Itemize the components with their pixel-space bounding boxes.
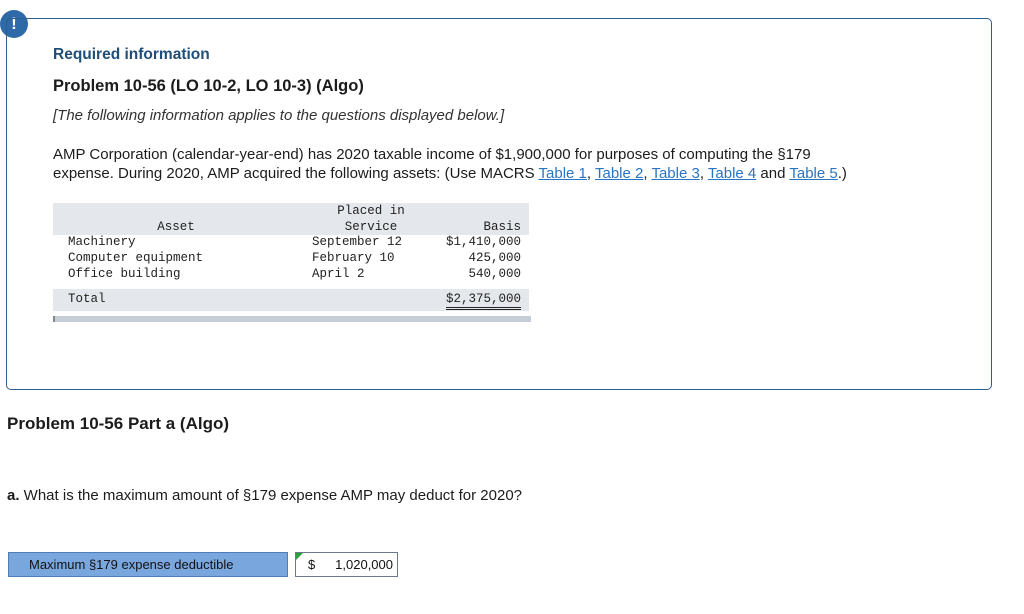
table-row: Computer equipment February 10 425,000 bbox=[53, 251, 529, 267]
answered-indicator-icon bbox=[296, 553, 303, 560]
placed-in-service-date: February 10 bbox=[312, 251, 395, 265]
required-information-heading: Required information bbox=[53, 46, 210, 63]
paragraph-line-1: AMP Corporation (calendar-year-end) has … bbox=[53, 146, 811, 163]
answer-label: Maximum §179 expense deductible bbox=[8, 552, 288, 577]
asset-name: Office building bbox=[68, 267, 181, 281]
asset-name: Computer equipment bbox=[68, 251, 204, 265]
paragraph-suffix: .) bbox=[837, 165, 847, 182]
part-a-question: a. What is the maximum amount of §179 ex… bbox=[7, 487, 522, 504]
applies-note: [The following information applies to th… bbox=[53, 107, 505, 124]
question-text: What is the maximum amount of §179 expen… bbox=[19, 487, 523, 504]
table-2-link[interactable]: Table 2 bbox=[595, 165, 643, 182]
asset-table: Asset Placed in Service Basis Machinery … bbox=[53, 203, 529, 311]
table-3-link[interactable]: Table 3 bbox=[651, 165, 699, 182]
table-4-link[interactable]: Table 4 bbox=[708, 165, 756, 182]
table-row: Machinery September 12 $1,410,000 bbox=[53, 235, 529, 251]
table-1-link[interactable]: Table 1 bbox=[539, 165, 587, 182]
currency-symbol: $ bbox=[308, 557, 316, 572]
link-separator: and bbox=[756, 165, 790, 182]
paragraph-line-2-prefix: expense. During 2020, AMP acquired the f… bbox=[53, 165, 539, 182]
table-5-link[interactable]: Table 5 bbox=[789, 165, 837, 182]
answer-value[interactable]: 1,020,000 bbox=[335, 553, 393, 576]
problem-title: Problem 10-56 (LO 10-2, LO 10-3) (Algo) bbox=[53, 77, 364, 95]
question-letter: a. bbox=[7, 487, 20, 504]
table-header-row: Asset Placed in Service Basis bbox=[53, 203, 529, 235]
total-label: Total bbox=[68, 292, 106, 306]
header-asset: Asset bbox=[157, 220, 195, 234]
asset-basis: 540,000 bbox=[468, 267, 521, 281]
placed-in-service-date: April 2 bbox=[312, 267, 365, 281]
part-a-title: Problem 10-56 Part a (Algo) bbox=[7, 414, 230, 433]
link-separator: , bbox=[586, 165, 595, 182]
header-placed-in: Placed in bbox=[337, 204, 405, 218]
table-footer-bar bbox=[53, 316, 531, 322]
header-service: Service bbox=[344, 220, 398, 234]
max-179-expense-input[interactable]: $ 1,020,000 bbox=[295, 552, 398, 577]
table-total-row: Total $2,375,000 bbox=[53, 289, 529, 311]
asset-name: Machinery bbox=[68, 235, 136, 249]
link-separator: , bbox=[699, 165, 708, 182]
problem-paragraph: AMP Corporation (calendar-year-end) has … bbox=[53, 145, 953, 183]
asset-basis: 425,000 bbox=[468, 251, 521, 265]
header-basis: Basis bbox=[483, 220, 521, 234]
total-basis: $2,375,000 bbox=[445, 292, 521, 310]
asset-basis: $1,410,000 bbox=[445, 235, 521, 249]
required-information-panel: Required information Problem 10-56 (LO 1… bbox=[6, 18, 992, 390]
placed-in-service-date: September 12 bbox=[312, 235, 403, 249]
table-row: Office building April 2 540,000 bbox=[53, 267, 529, 283]
